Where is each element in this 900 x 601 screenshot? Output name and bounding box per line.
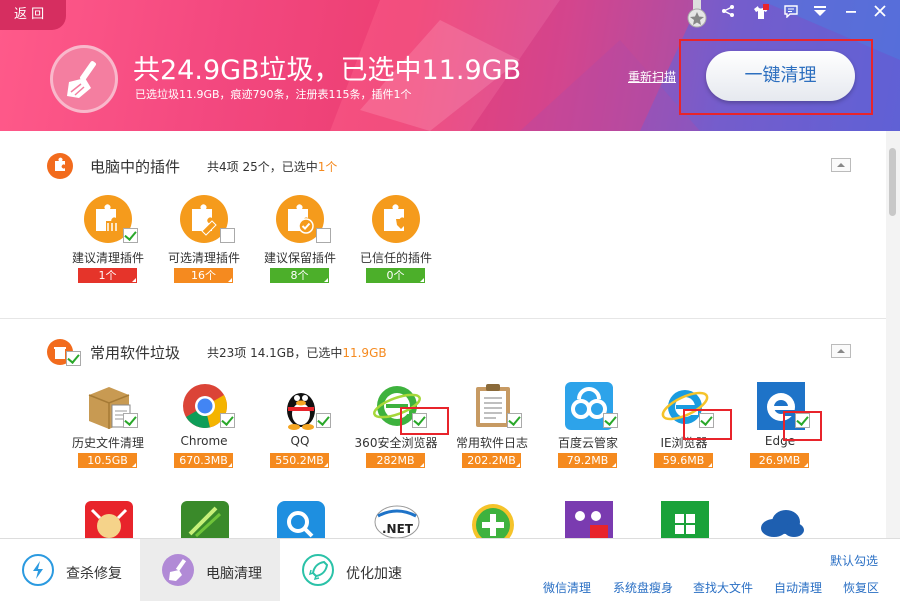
- footer-bar: 查杀修复 电脑清理 优化加速 默认勾选 微信清理 系统盘瘦身 查找大文件 自动清…: [0, 538, 900, 601]
- share-icon[interactable]: [719, 4, 737, 22]
- shield-lightning-icon: [22, 554, 54, 586]
- plugins-collapse-button[interactable]: [831, 158, 851, 172]
- edge-browser-checkbox[interactable]: [795, 413, 810, 428]
- ie-browser-size[interactable]: 59.6MB: [654, 453, 713, 468]
- link-auto-clean[interactable]: 自动清理: [774, 579, 822, 596]
- baidu-cloud-size[interactable]: 79.2MB: [558, 453, 617, 468]
- 360-browser-label: 360安全浏览器: [354, 436, 438, 450]
- plugins-section-stats: 共4项 25个，已选中1个: [207, 158, 337, 175]
- scan-summary-title: 共24.9GB垃圾，已选中11.9GB: [133, 55, 522, 86]
- shirt-skin-icon[interactable]: [752, 4, 770, 22]
- scan-summary-detail: 已选垃圾11.9GB，痕迹790条，注册表115条，插件1个: [135, 88, 412, 101]
- history-files-label: 历史文件清理: [71, 436, 144, 450]
- green-tool-icon[interactable]: [180, 500, 230, 538]
- 360-browser-checkbox[interactable]: [412, 413, 427, 428]
- software-stat-selected: 11.9GB: [342, 346, 387, 360]
- edge-browser-label: Edge: [764, 434, 796, 448]
- plugin-optional-count[interactable]: 16个: [174, 268, 233, 283]
- dotnet-icon[interactable]: .NET: [372, 500, 422, 538]
- plugin-keep-checkbox[interactable]: [316, 228, 331, 243]
- rescan-link[interactable]: 重新扫描: [628, 68, 676, 85]
- header-banner: 返 回 共24.9GB垃圾，已选中11.9GB 已选垃圾11.9GB，痕迹790…: [0, 0, 900, 131]
- tab-scan-repair[interactable]: 查杀修复: [0, 539, 140, 601]
- menu-dropdown-icon[interactable]: [811, 4, 829, 22]
- one-click-clean-button[interactable]: 一键清理: [706, 51, 855, 101]
- chrome-checkbox[interactable]: [220, 413, 235, 428]
- plugin-clean-count[interactable]: 1个: [78, 268, 137, 283]
- plugin-optional-label: 可选清理插件: [167, 251, 240, 265]
- minimize-icon[interactable]: [842, 4, 860, 22]
- people-app-icon[interactable]: [564, 500, 614, 538]
- software-section-stats: 共23项 14.1GB，已选中11.9GB: [207, 344, 387, 361]
- 360-browser-size[interactable]: 282MB: [366, 453, 425, 468]
- link-system-disk-slim[interactable]: 系统盘瘦身: [613, 579, 673, 596]
- qq-label: QQ: [290, 434, 310, 448]
- tab-scan-repair-label: 查杀修复: [66, 566, 122, 582]
- tab-pc-clean[interactable]: 电脑清理: [140, 539, 280, 601]
- plugins-stat-text: 共4项 25个，已选中: [207, 160, 318, 174]
- plugin-clean-label: 建议清理插件: [71, 251, 144, 265]
- default-check-link[interactable]: 默认勾选: [830, 552, 878, 569]
- message-icon[interactable]: [782, 4, 800, 22]
- ie-browser-label: IE浏览器: [660, 436, 708, 450]
- svg-text:.NET: .NET: [382, 522, 414, 536]
- bull-app-icon[interactable]: [84, 500, 134, 538]
- onedrive-cloud-icon[interactable]: [756, 500, 806, 538]
- software-collapse-button[interactable]: [831, 344, 851, 358]
- plugin-section-icon: [47, 153, 73, 179]
- software-log-checkbox[interactable]: [507, 413, 522, 428]
- plugin-clean-checkbox[interactable]: [123, 228, 138, 243]
- windows-store-icon[interactable]: [660, 500, 710, 538]
- rocket-icon: [302, 554, 334, 586]
- software-log-label: 常用软件日志: [455, 436, 528, 450]
- plugin-keep-count[interactable]: 8个: [270, 268, 329, 283]
- broom-icon: [162, 554, 194, 586]
- baidu-cloud-checkbox[interactable]: [603, 413, 618, 428]
- chrome-size[interactable]: 670.3MB: [174, 453, 233, 468]
- section-divider: [0, 318, 886, 319]
- chrome-label: Chrome: [180, 434, 228, 448]
- plugin-keep-label: 建议保留插件: [263, 251, 336, 265]
- tab-optimize-label: 优化加速: [346, 566, 402, 582]
- medal-icon[interactable]: [686, 0, 708, 28]
- plugin-optional-checkbox[interactable]: [220, 228, 235, 243]
- history-files-checkbox[interactable]: [123, 413, 138, 428]
- link-restore-area[interactable]: 恢复区: [843, 579, 879, 596]
- close-icon[interactable]: [871, 4, 889, 22]
- plugin-trusted-count[interactable]: 0个: [366, 268, 425, 283]
- software-stat-text: 共23项 14.1GB，已选中: [207, 346, 343, 360]
- plugin-trusted-icon[interactable]: [372, 195, 420, 243]
- ie-browser-checkbox[interactable]: [699, 413, 714, 428]
- baidu-cloud-label: 百度云管家: [557, 436, 618, 450]
- software-log-size[interactable]: 202.2MB: [462, 453, 521, 468]
- plugins-section-title: 电脑中的插件: [90, 158, 181, 176]
- plugin-trusted-label: 已信任的插件: [359, 251, 432, 265]
- qq-checkbox[interactable]: [316, 413, 331, 428]
- software-section-title: 常用软件垃圾: [90, 344, 181, 362]
- tab-pc-clean-label: 电脑清理: [206, 566, 262, 582]
- green-plus-icon[interactable]: [468, 500, 518, 538]
- link-find-large-files[interactable]: 查找大文件: [693, 579, 753, 596]
- software-section-checkbox[interactable]: [66, 351, 81, 366]
- back-button[interactable]: 返 回: [0, 0, 66, 30]
- broom-icon: [50, 45, 118, 113]
- link-wechat-clean[interactable]: 微信清理: [543, 579, 591, 596]
- edge-browser-size[interactable]: 26.9MB: [750, 453, 809, 468]
- history-files-size[interactable]: 10.5GB: [78, 453, 137, 468]
- tab-optimize[interactable]: 优化加速: [280, 539, 420, 601]
- scrollbar-thumb[interactable]: [889, 148, 896, 216]
- blue-app-icon[interactable]: [276, 500, 326, 538]
- qq-size[interactable]: 550.2MB: [270, 453, 329, 468]
- plugins-stat-selected: 1个: [317, 160, 338, 174]
